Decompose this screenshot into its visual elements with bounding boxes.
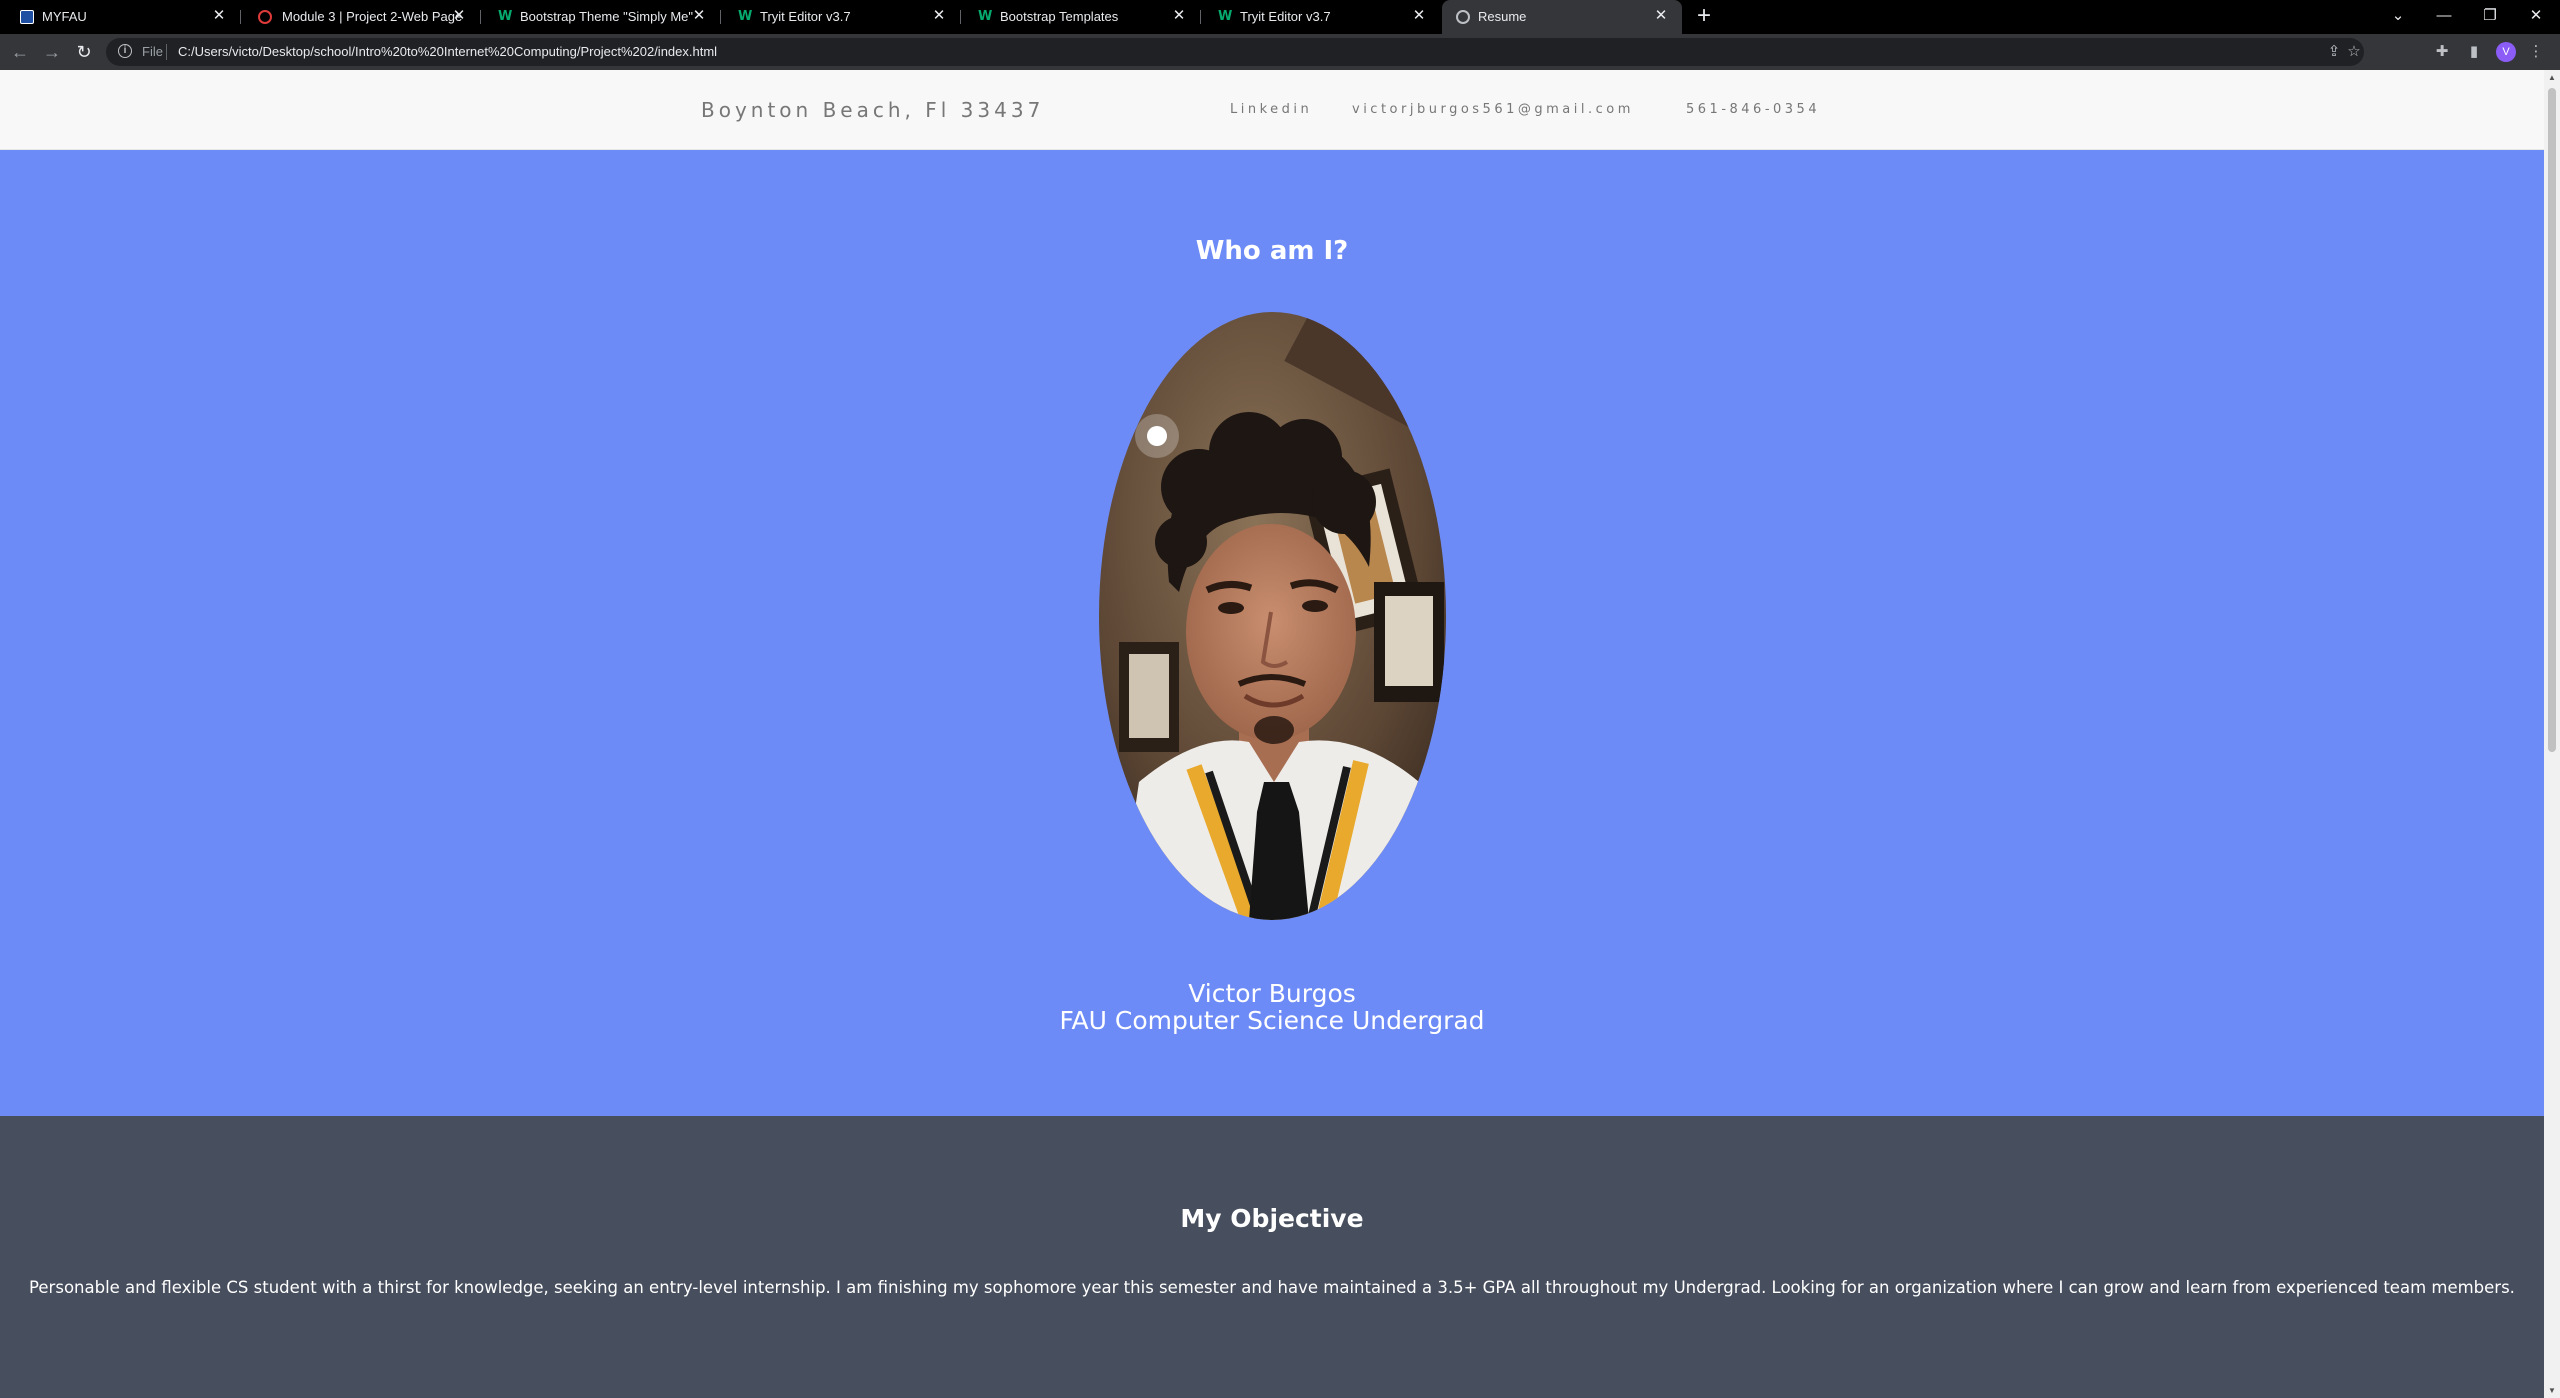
scheme-label: File bbox=[142, 44, 163, 59]
close-icon[interactable]: ✕ bbox=[1170, 7, 1188, 25]
tab-title: Tryit Editor v3.7 bbox=[760, 9, 851, 24]
tab-title: Resume bbox=[1478, 9, 1527, 24]
page-scrollbar[interactable]: ▲ ▼ bbox=[2544, 70, 2560, 1398]
nav-link-phone[interactable]: 561-846-0354 bbox=[1686, 102, 1820, 117]
canvas-icon bbox=[258, 10, 272, 24]
tab-title: Bootstrap Templates bbox=[1000, 9, 1119, 24]
tab-title: Tryit Editor v3.7 bbox=[1240, 9, 1331, 24]
new-tab-button[interactable]: + bbox=[1692, 4, 1716, 29]
kebab-menu-icon[interactable]: ⋮ bbox=[2526, 42, 2546, 62]
site-navbar: Boynton Beach, Fl 33437 Linkedin victorj… bbox=[0, 70, 2544, 150]
w3schools-icon: W bbox=[738, 9, 753, 24]
profile-photo bbox=[1099, 312, 1446, 920]
tab-title: Bootstrap Theme "Simply Me" bbox=[520, 9, 693, 24]
objective-text: Personable and flexible CS student with … bbox=[29, 1278, 2515, 1297]
url-text[interactable]: C:/Users/victo/Desktop/school/Intro%20to… bbox=[178, 44, 717, 59]
scroll-down-icon[interactable]: ▼ bbox=[2548, 1386, 2556, 1395]
tab-title: Module 3 | Project 2-Web Page bbox=[282, 9, 463, 24]
nav-link-email[interactable]: victorjburgos561@gmail.com bbox=[1352, 102, 1634, 117]
nav-link-linkedin[interactable]: Linkedin bbox=[1230, 102, 1312, 117]
forward-arrow-icon[interactable]: → bbox=[40, 40, 64, 64]
browser-toolbar: ← → ↻ i File C:/Users/victo/Desktop/scho… bbox=[0, 34, 2560, 70]
close-icon[interactable]: ✕ bbox=[210, 7, 228, 25]
restore-button[interactable]: ❐ bbox=[2470, 4, 2510, 28]
close-window-button[interactable]: ✕ bbox=[2516, 4, 2556, 28]
address-divider bbox=[166, 44, 167, 60]
extensions-puzzle-icon[interactable]: ✚ bbox=[2432, 42, 2452, 62]
tab-strip: MYFAU ✕ Module 3 | Project 2-Web Page ✕ … bbox=[0, 0, 2560, 34]
close-icon[interactable]: ✕ bbox=[930, 7, 948, 25]
tab-search-icon[interactable]: ⌄ bbox=[2378, 4, 2418, 28]
info-icon[interactable]: i bbox=[118, 44, 132, 58]
tab-bootstrap-templates[interactable]: W Bootstrap Templates ✕ bbox=[960, 0, 1200, 34]
w3schools-icon: W bbox=[978, 9, 993, 24]
address-bar[interactable]: i File C:/Users/victo/Desktop/school/Int… bbox=[106, 38, 2364, 66]
navbar-brand[interactable]: Boynton Beach, Fl 33437 bbox=[701, 98, 1044, 122]
page-viewport: Boynton Beach, Fl 33437 Linkedin victorj… bbox=[0, 70, 2544, 1398]
scroll-up-icon[interactable]: ▲ bbox=[2548, 73, 2556, 82]
tab-title: MYFAU bbox=[42, 9, 87, 24]
close-icon[interactable]: ✕ bbox=[1652, 7, 1670, 25]
profile-caption: Victor Burgos FAU Computer Science Under… bbox=[0, 980, 2544, 1034]
about-section: Who am I? Victor Burgos FAU Computer Sci… bbox=[0, 150, 2544, 1116]
side-panel-icon[interactable]: ▮ bbox=[2464, 42, 2484, 62]
tab-module3[interactable]: Module 3 | Project 2-Web Page ✕ bbox=[240, 0, 480, 34]
reload-icon[interactable]: ↻ bbox=[72, 40, 96, 64]
back-arrow-icon[interactable]: ← bbox=[8, 40, 32, 64]
tab-tryit-2[interactable]: W Tryit Editor v3.7 ✕ bbox=[1200, 0, 1440, 34]
avatar[interactable]: V bbox=[2496, 42, 2516, 62]
minimize-button[interactable]: — bbox=[2424, 4, 2464, 28]
w3schools-icon: W bbox=[1218, 9, 1233, 24]
scrollbar-thumb[interactable] bbox=[2548, 88, 2556, 752]
myfau-icon bbox=[20, 10, 34, 24]
w3schools-icon: W bbox=[498, 9, 513, 24]
tab-bootstrap-theme[interactable]: W Bootstrap Theme "Simply Me" ✕ bbox=[480, 0, 720, 34]
tab-myfau[interactable]: MYFAU ✕ bbox=[0, 0, 240, 34]
profile-subtitle: FAU Computer Science Undergrad bbox=[1059, 1006, 1485, 1035]
share-icon[interactable]: ⇪ bbox=[2324, 42, 2344, 62]
objective-section: My Objective Personable and flexible CS … bbox=[0, 1116, 2544, 1398]
about-heading: Who am I? bbox=[1195, 236, 1349, 266]
profile-name: Victor Burgos bbox=[1188, 979, 1356, 1008]
close-icon[interactable]: ✕ bbox=[690, 7, 708, 25]
profile-photo-illustration bbox=[1099, 312, 1446, 920]
tab-resume[interactable]: Resume ✕ bbox=[1442, 0, 1682, 34]
bookmark-star-icon[interactable]: ☆ bbox=[2344, 42, 2364, 62]
globe-icon bbox=[1456, 10, 1470, 24]
objective-heading: My Objective bbox=[1180, 1204, 1364, 1233]
close-icon[interactable]: ✕ bbox=[450, 7, 468, 25]
close-icon[interactable]: ✕ bbox=[1410, 7, 1428, 25]
tab-tryit-1[interactable]: W Tryit Editor v3.7 ✕ bbox=[720, 0, 960, 34]
